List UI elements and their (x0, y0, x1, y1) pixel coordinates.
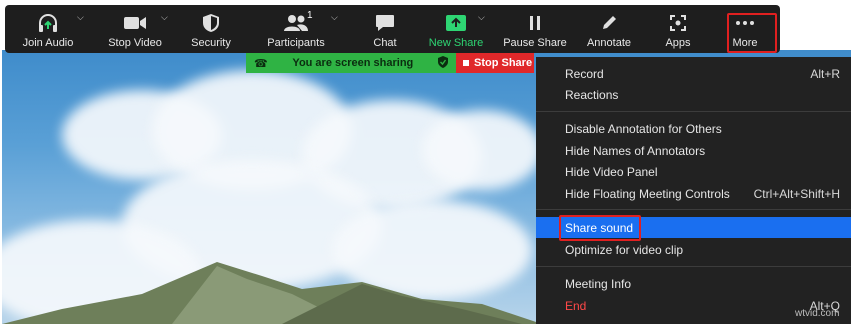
menu-item-hide-names[interactable]: Hide Names of Annotators (536, 140, 851, 161)
phone-signal-icon: ☎ (254, 57, 268, 70)
menu-item-share-sound[interactable]: Share sound (536, 217, 851, 238)
meeting-toolbar: ⌵ Join Audio ⌵ Stop Video Security 1 ⌵ P… (5, 5, 780, 53)
apps-label: Apps (665, 37, 691, 49)
apps-icon (669, 12, 687, 34)
shield-check-icon (438, 55, 448, 71)
participants-label: Participants (267, 37, 325, 49)
disable-annotation-label: Disable Annotation for Others (565, 121, 722, 136)
watermark-text: wtvid.com (795, 308, 840, 319)
participants-button[interactable]: 1 ⌵ Participants (243, 5, 349, 53)
menu-item-meeting-info[interactable]: Meeting Info (536, 273, 851, 294)
menu-separator (536, 266, 851, 267)
menu-item-optimize-video[interactable]: Optimize for video clip (536, 239, 851, 260)
shield-icon (202, 12, 220, 34)
menu-item-record[interactable]: Record Alt+R (536, 63, 851, 84)
participant-count-badge: 1 (307, 10, 313, 21)
pause-share-label: Pause Share (503, 37, 567, 49)
apps-button[interactable]: Apps (639, 5, 717, 53)
security-button[interactable]: Security (179, 5, 243, 53)
new-share-button[interactable]: ⌵ New Share (421, 5, 491, 53)
sharing-status-text: You are screen sharing (292, 57, 414, 69)
optimize-video-label: Optimize for video clip (565, 242, 684, 257)
chat-bubble-icon (375, 12, 395, 34)
pencil-icon (600, 12, 618, 34)
hide-names-label: Hide Names of Annotators (565, 143, 706, 158)
record-label: Record (565, 66, 604, 81)
share-options-caret-icon[interactable]: ⌵ (478, 12, 485, 23)
hide-floating-controls-shortcut: Ctrl+Alt+Shift+H (753, 186, 840, 201)
menu-item-hide-floating-controls[interactable]: Hide Floating Meeting Controls Ctrl+Alt+… (536, 183, 851, 204)
menu-separator (536, 209, 851, 210)
menu-item-hide-video-panel[interactable]: Hide Video Panel (536, 161, 851, 182)
annotate-button[interactable]: Annotate (579, 5, 639, 53)
join-audio-button[interactable]: ⌵ Join Audio (5, 5, 91, 53)
video-camera-icon (123, 12, 147, 34)
audio-options-caret-icon[interactable]: ⌵ (77, 12, 84, 23)
record-shortcut: Alt+R (810, 66, 840, 81)
hide-floating-controls-label: Hide Floating Meeting Controls (565, 186, 730, 201)
join-audio-label: Join Audio (22, 37, 74, 49)
screen-sharing-indicator[interactable]: ☎ You are screen sharing (246, 53, 456, 73)
chat-label: Chat (373, 37, 397, 49)
stop-video-label: Stop Video (108, 37, 162, 49)
participants-icon (283, 12, 309, 34)
stop-square-icon (463, 60, 469, 66)
stop-share-button[interactable]: Stop Share (456, 53, 534, 73)
hide-video-panel-label: Hide Video Panel (565, 164, 658, 179)
stop-share-label: Stop Share (474, 57, 533, 69)
meeting-info-label: Meeting Info (565, 276, 632, 291)
more-highlight-box (727, 13, 777, 53)
annotate-label: Annotate (586, 37, 632, 49)
participants-caret-icon[interactable]: ⌵ (331, 12, 338, 23)
new-share-label: New Share (428, 37, 484, 49)
chat-button[interactable]: Chat (349, 5, 421, 53)
menu-item-reactions[interactable]: Reactions (536, 84, 851, 105)
sharing-status-bar: ☎ You are screen sharing Stop Share (246, 53, 534, 73)
share-screen-icon (445, 12, 467, 34)
security-label: Security (191, 37, 231, 49)
share-sound-label: Share sound (565, 220, 634, 235)
end-label: End (565, 298, 587, 313)
more-options-menu: Record Alt+R Reactions Disable Annotatio… (536, 57, 851, 324)
menu-item-disable-annotation[interactable]: Disable Annotation for Others (536, 118, 851, 139)
pause-icon (528, 12, 542, 34)
stop-video-button[interactable]: ⌵ Stop Video (91, 5, 179, 53)
pause-share-button[interactable]: Pause Share (491, 5, 579, 53)
reactions-label: Reactions (565, 87, 619, 102)
headphones-icon (37, 12, 59, 34)
video-options-caret-icon[interactable]: ⌵ (161, 12, 168, 23)
menu-separator (536, 111, 851, 112)
